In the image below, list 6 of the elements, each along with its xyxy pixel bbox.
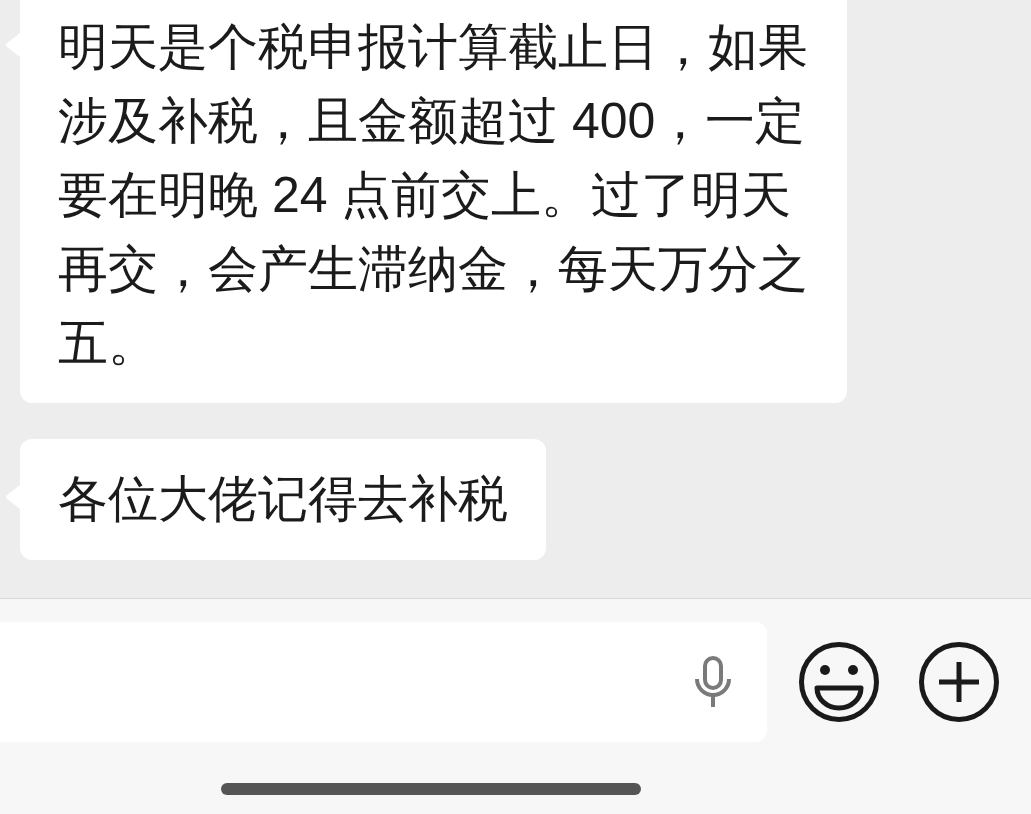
plus-icon[interactable]: [919, 642, 999, 722]
message-text: 明天是个税申报计算截止日，如果涉及补税，且金额超过 400，一定要在明晚 24 点前交上。过了明天再交，会产生滞纳金，每天万分之五。: [58, 18, 809, 373]
microphone-icon[interactable]: [693, 656, 733, 708]
message-input-field[interactable]: [0, 622, 767, 742]
smiley-icon[interactable]: [799, 642, 879, 722]
message-text: 各位大佬记得去补税: [58, 470, 508, 529]
